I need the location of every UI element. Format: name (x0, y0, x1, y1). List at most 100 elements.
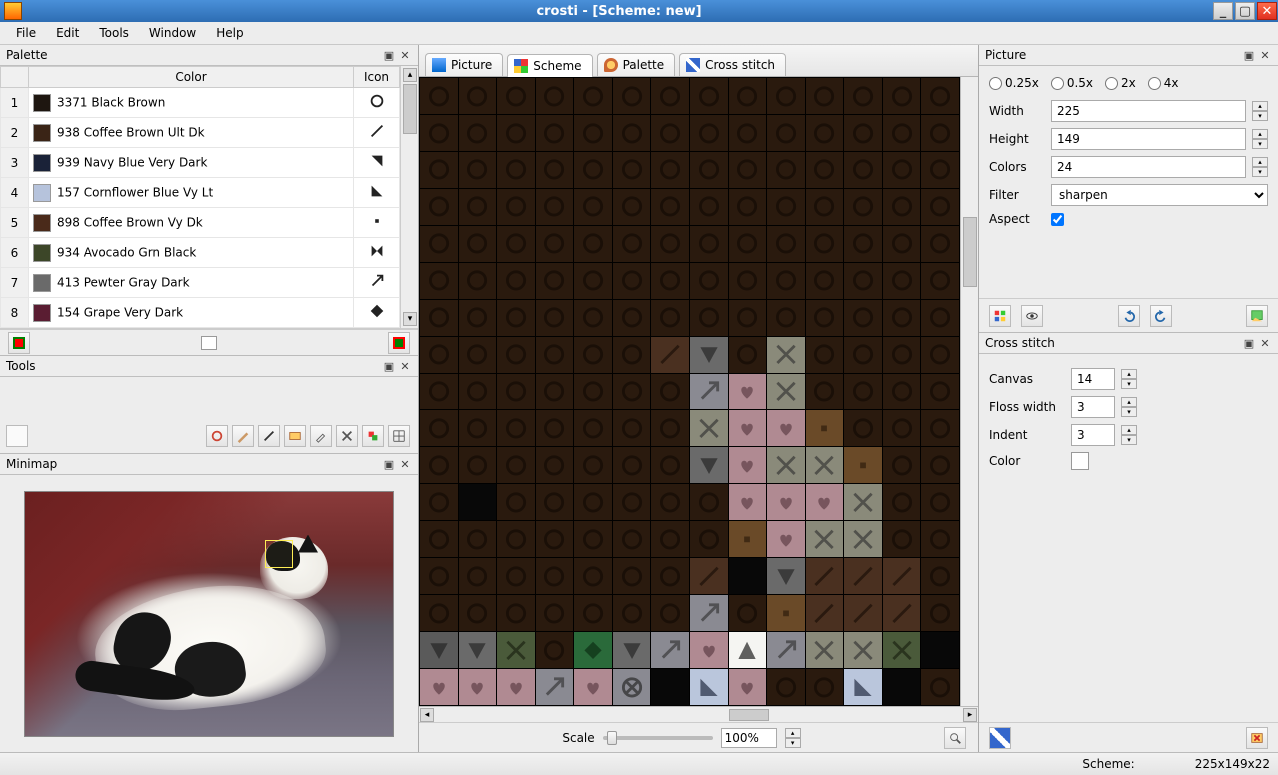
stitch-cell[interactable] (536, 78, 574, 114)
width-input[interactable] (1051, 100, 1246, 122)
stitch-cell[interactable] (420, 669, 458, 705)
menu-tools[interactable]: Tools (89, 23, 139, 43)
stitch-cell[interactable] (806, 337, 844, 373)
stitch-cell[interactable] (497, 337, 535, 373)
stitch-cell[interactable] (459, 152, 497, 188)
stitch-cell[interactable] (459, 595, 497, 631)
stitch-cell[interactable] (844, 632, 882, 668)
menu-file[interactable]: File (6, 23, 46, 43)
stitch-cell[interactable] (767, 300, 805, 336)
close-button[interactable]: ✕ (1257, 2, 1277, 20)
stitch-cell[interactable] (767, 115, 805, 151)
stitch-cell[interactable] (497, 300, 535, 336)
cross-close-icon[interactable]: ✕ (1258, 336, 1272, 350)
stitch-cell[interactable] (613, 374, 651, 410)
stitch-cell[interactable] (574, 521, 612, 557)
tool-fill-icon[interactable] (284, 425, 306, 447)
stitch-cell[interactable] (420, 189, 458, 225)
stitch-cell[interactable] (651, 374, 689, 410)
apply-picture-icon[interactable] (1246, 305, 1268, 327)
width-spin[interactable]: ▴▾ (1252, 101, 1268, 121)
palette-close-icon[interactable]: ✕ (398, 48, 412, 62)
stitch-cell[interactable] (767, 152, 805, 188)
stitch-cell[interactable] (883, 152, 921, 188)
stitch-cell[interactable] (613, 300, 651, 336)
palette-row[interactable]: 2938 Coffee Brown Ult Dk (1, 118, 400, 148)
stitch-cell[interactable] (844, 337, 882, 373)
stitch-cell[interactable] (536, 632, 574, 668)
stitch-cell[interactable] (497, 263, 535, 299)
stitch-cell[interactable] (767, 410, 805, 446)
stitch-cell[interactable] (459, 226, 497, 262)
indent-spin[interactable]: ▴▾ (1121, 425, 1137, 445)
stitch-cell[interactable] (767, 632, 805, 668)
stitch-cell[interactable] (844, 189, 882, 225)
tool-erase-icon[interactable] (336, 425, 358, 447)
tools-float-icon[interactable]: ▣ (382, 359, 396, 373)
stitch-cell[interactable] (497, 374, 535, 410)
stitch-cell[interactable] (921, 226, 959, 262)
palette-row[interactable]: 8154 Grape Very Dark (1, 298, 400, 328)
stitch-cell[interactable] (613, 558, 651, 594)
stitch-cell[interactable] (844, 226, 882, 262)
stitch-cell[interactable] (921, 374, 959, 410)
stitch-cell[interactable] (883, 263, 921, 299)
stitch-cell[interactable] (613, 189, 651, 225)
stitch-cell[interactable] (921, 669, 959, 705)
stitch-cell[interactable] (690, 78, 728, 114)
stitch-cell[interactable] (844, 115, 882, 151)
stitch-cell[interactable] (729, 189, 767, 225)
stitch-cell[interactable] (497, 669, 535, 705)
stitch-cell[interactable] (536, 300, 574, 336)
stitch-cell[interactable] (613, 669, 651, 705)
stitch-cell[interactable] (729, 263, 767, 299)
stitch-cell[interactable] (651, 632, 689, 668)
canvas-vscroll[interactable] (960, 77, 978, 706)
stitch-cell[interactable] (613, 484, 651, 520)
stitch-cell[interactable] (497, 189, 535, 225)
stitch-cell[interactable] (690, 632, 728, 668)
undo-icon[interactable] (1118, 305, 1140, 327)
palette-current-color[interactable] (201, 336, 217, 350)
redo-icon[interactable] (1150, 305, 1172, 327)
stitch-cell[interactable] (921, 189, 959, 225)
cross-color-swatch[interactable] (1071, 452, 1089, 470)
stitch-cell[interactable] (420, 78, 458, 114)
stitch-cell[interactable] (651, 558, 689, 594)
stitch-cell[interactable] (883, 595, 921, 631)
stitch-cell[interactable] (574, 669, 612, 705)
stitch-cell[interactable] (806, 669, 844, 705)
palette-row[interactable]: 5898 Coffee Brown Vy Dk (1, 208, 400, 238)
stitch-cell[interactable] (883, 447, 921, 483)
minimap-close-icon[interactable]: ✕ (398, 457, 412, 471)
stitch-cell[interactable] (420, 263, 458, 299)
tab-palette[interactable]: Palette (597, 53, 676, 76)
stitch-cell[interactable] (690, 521, 728, 557)
stitch-cell[interactable] (921, 152, 959, 188)
stitch-cell[interactable] (613, 226, 651, 262)
stitch-cell[interactable] (651, 263, 689, 299)
stitch-cell[interactable] (921, 410, 959, 446)
stitch-cell[interactable] (690, 410, 728, 446)
stitch-cell[interactable] (806, 374, 844, 410)
stitch-cell[interactable] (690, 300, 728, 336)
stitch-cell[interactable] (844, 78, 882, 114)
stitch-cell[interactable] (729, 115, 767, 151)
stitch-cell[interactable] (806, 595, 844, 631)
stitch-cell[interactable] (844, 374, 882, 410)
stitch-cell[interactable] (883, 78, 921, 114)
minimap-image[interactable] (24, 491, 394, 737)
stitch-cell[interactable] (420, 521, 458, 557)
stitch-cell[interactable] (574, 152, 612, 188)
colors-spin[interactable]: ▴▾ (1252, 157, 1268, 177)
stitch-cell[interactable] (690, 152, 728, 188)
stitch-cell[interactable] (690, 337, 728, 373)
tools-close-icon[interactable]: ✕ (398, 359, 412, 373)
stitch-cell[interactable] (729, 300, 767, 336)
stitch-cell[interactable] (497, 226, 535, 262)
stitch-cell[interactable] (883, 632, 921, 668)
stitch-cell[interactable] (651, 300, 689, 336)
stitch-cell[interactable] (844, 410, 882, 446)
stitch-cell[interactable] (536, 115, 574, 151)
stitch-cell[interactable] (651, 447, 689, 483)
